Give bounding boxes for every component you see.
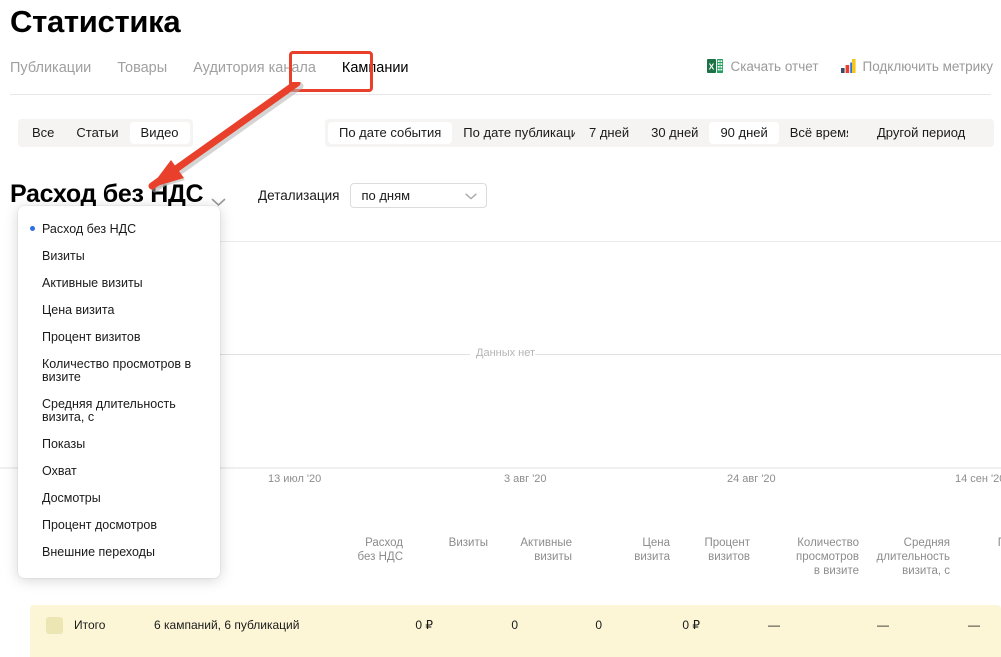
connect-metrica-label: Подключить метрику bbox=[862, 58, 993, 74]
x-tick-label: 3 авг '20 bbox=[504, 473, 547, 485]
chevron-down-icon bbox=[211, 194, 226, 207]
detalization-label: Детализация bbox=[258, 188, 340, 203]
download-report-label: Скачать отчет bbox=[730, 58, 819, 74]
column-header-avg-duration[interactable]: Средняя длительность визита, с bbox=[862, 536, 950, 578]
metric-option-visits[interactable]: Визиты bbox=[18, 243, 220, 270]
metric-option-label: Цена визита bbox=[42, 303, 115, 317]
totals-cell-active-visits: 0 bbox=[595, 618, 602, 632]
column-header-spend[interactable]: Расход без НДС bbox=[343, 536, 403, 564]
top-actions: X Скачать отчет Подключить метрику bbox=[707, 58, 993, 74]
column-header-visit-percent[interactable]: Процент визитов bbox=[692, 536, 750, 564]
detalization-select[interactable]: по дням bbox=[350, 183, 488, 208]
metric-selector[interactable]: Расход без НДС bbox=[10, 180, 226, 209]
metric-option-label: Досмотры bbox=[42, 491, 101, 505]
metric-option-label: Количество просмотров в визите bbox=[42, 357, 192, 384]
metrica-icon bbox=[840, 59, 856, 73]
metric-option-label: Средняя длительность визита, с bbox=[42, 397, 176, 424]
tab-campaigns[interactable]: Кампании bbox=[342, 58, 409, 78]
download-report-button[interactable]: X Скачать отчет bbox=[707, 58, 819, 74]
totals-row: Итого 6 кампаний, 6 публикаций 0 ₽ 0 0 0… bbox=[30, 605, 1001, 657]
tab-channel-audience[interactable]: Аудитория канала bbox=[193, 58, 316, 78]
metric-option-label: Расход без НДС bbox=[42, 222, 137, 236]
totals-subtitle: 6 кампаний, 6 публикаций bbox=[154, 618, 300, 632]
metric-selector-value: Расход без НДС bbox=[10, 180, 204, 208]
svg-text:X: X bbox=[709, 62, 715, 72]
totals-cell-visit-percent: — bbox=[768, 618, 780, 632]
connect-metrica-button[interactable]: Подключить метрику bbox=[840, 58, 993, 74]
main-tabs: Публикации Товары Аудитория канала Кампа… bbox=[10, 58, 409, 78]
series-color-swatch bbox=[46, 617, 63, 634]
range-90-days[interactable]: 90 дней bbox=[709, 122, 779, 144]
metric-option-label: Процент визитов bbox=[42, 330, 141, 344]
filter-all[interactable]: Все bbox=[21, 122, 65, 144]
totals-cell-visit-price: 0 ₽ bbox=[682, 618, 700, 632]
content-type-filter: Все Статьи Видео bbox=[18, 119, 193, 147]
date-basis-filter: По дате события По дате публикации bbox=[325, 119, 600, 147]
filter-videos[interactable]: Видео bbox=[129, 122, 190, 144]
tabs-divider bbox=[10, 94, 991, 95]
column-header-visits[interactable]: Визиты bbox=[430, 536, 488, 550]
totals-cell-avg-duration: — bbox=[968, 618, 980, 632]
totals-label: Итого bbox=[74, 618, 106, 632]
chart-empty-message: Данных нет bbox=[476, 347, 536, 359]
date-range-filter: 7 дней 30 дней 90 дней Всё время bbox=[575, 119, 868, 147]
range-7-days[interactable]: 7 дней bbox=[578, 122, 640, 144]
metric-option-label: Охват bbox=[42, 464, 77, 478]
chevron-down-icon bbox=[465, 188, 478, 203]
totals-cell-views-per-visit: — bbox=[877, 618, 889, 632]
excel-icon: X bbox=[707, 58, 724, 74]
x-tick-label: 13 июл '20 bbox=[268, 473, 322, 485]
x-tick-label: 14 сен '20 bbox=[955, 473, 1001, 485]
column-header-active-visits[interactable]: Активные визиты bbox=[510, 536, 572, 564]
metric-option-active-visits[interactable]: Активные визиты bbox=[18, 270, 220, 297]
totals-cell-spend: 0 ₽ bbox=[415, 618, 433, 632]
metric-option-label: Внешние переходы bbox=[42, 545, 155, 559]
column-header-views-per-visit[interactable]: Количество просмотров в визите bbox=[775, 536, 859, 578]
metric-option-visit-price[interactable]: Цена визита bbox=[18, 297, 220, 324]
x-tick-label: 24 авг '20 bbox=[727, 473, 776, 485]
metric-option-impressions[interactable]: Показы bbox=[18, 431, 220, 458]
page-title: Статистика bbox=[10, 4, 181, 39]
metric-option-label: Визиты bbox=[42, 249, 85, 263]
metric-option-views-per-visit[interactable]: Количество просмотров в визите bbox=[18, 351, 220, 391]
chart-empty-rule-right bbox=[535, 354, 1001, 355]
metric-option-spend[interactable]: Расход без НДС bbox=[18, 216, 220, 243]
tab-publications[interactable]: Публикации bbox=[10, 58, 91, 78]
column-header-truncated[interactable]: П bbox=[992, 536, 1001, 550]
selected-dot-icon bbox=[30, 226, 35, 231]
custom-period-button[interactable]: Другой период bbox=[851, 122, 991, 144]
metric-option-avg-visit-duration[interactable]: Средняя длительность визита, с bbox=[18, 391, 220, 431]
metric-dropdown-menu: Расход без НДС Визиты Активные визиты Це… bbox=[18, 206, 220, 578]
metric-option-label: Показы bbox=[42, 437, 86, 451]
range-30-days[interactable]: 30 дней bbox=[640, 122, 709, 144]
filter-articles[interactable]: Статьи bbox=[65, 122, 129, 144]
metric-option-label: Активные визиты bbox=[42, 276, 143, 290]
detalization-control: Детализация по дням bbox=[258, 183, 488, 208]
detalization-value: по дням bbox=[361, 188, 411, 203]
metric-option-label: Процент досмотров bbox=[42, 518, 157, 532]
metric-option-external-clicks[interactable]: Внешние переходы bbox=[18, 539, 220, 566]
column-header-visit-price[interactable]: Цена визита bbox=[612, 536, 670, 564]
metric-option-visit-percent[interactable]: Процент визитов bbox=[18, 324, 220, 351]
statistics-page: Статистика Публикации Товары Аудитория к… bbox=[0, 0, 1001, 657]
metric-option-full-views[interactable]: Досмотры bbox=[18, 485, 220, 512]
custom-period-filter: Другой период bbox=[848, 119, 995, 147]
totals-cell-visits: 0 bbox=[511, 618, 518, 632]
metric-option-full-views-percent[interactable]: Процент досмотров bbox=[18, 512, 220, 539]
filter-by-event-date[interactable]: По дате события bbox=[328, 122, 453, 144]
tab-products[interactable]: Товары bbox=[117, 58, 167, 78]
metric-option-reach[interactable]: Охват bbox=[18, 458, 220, 485]
